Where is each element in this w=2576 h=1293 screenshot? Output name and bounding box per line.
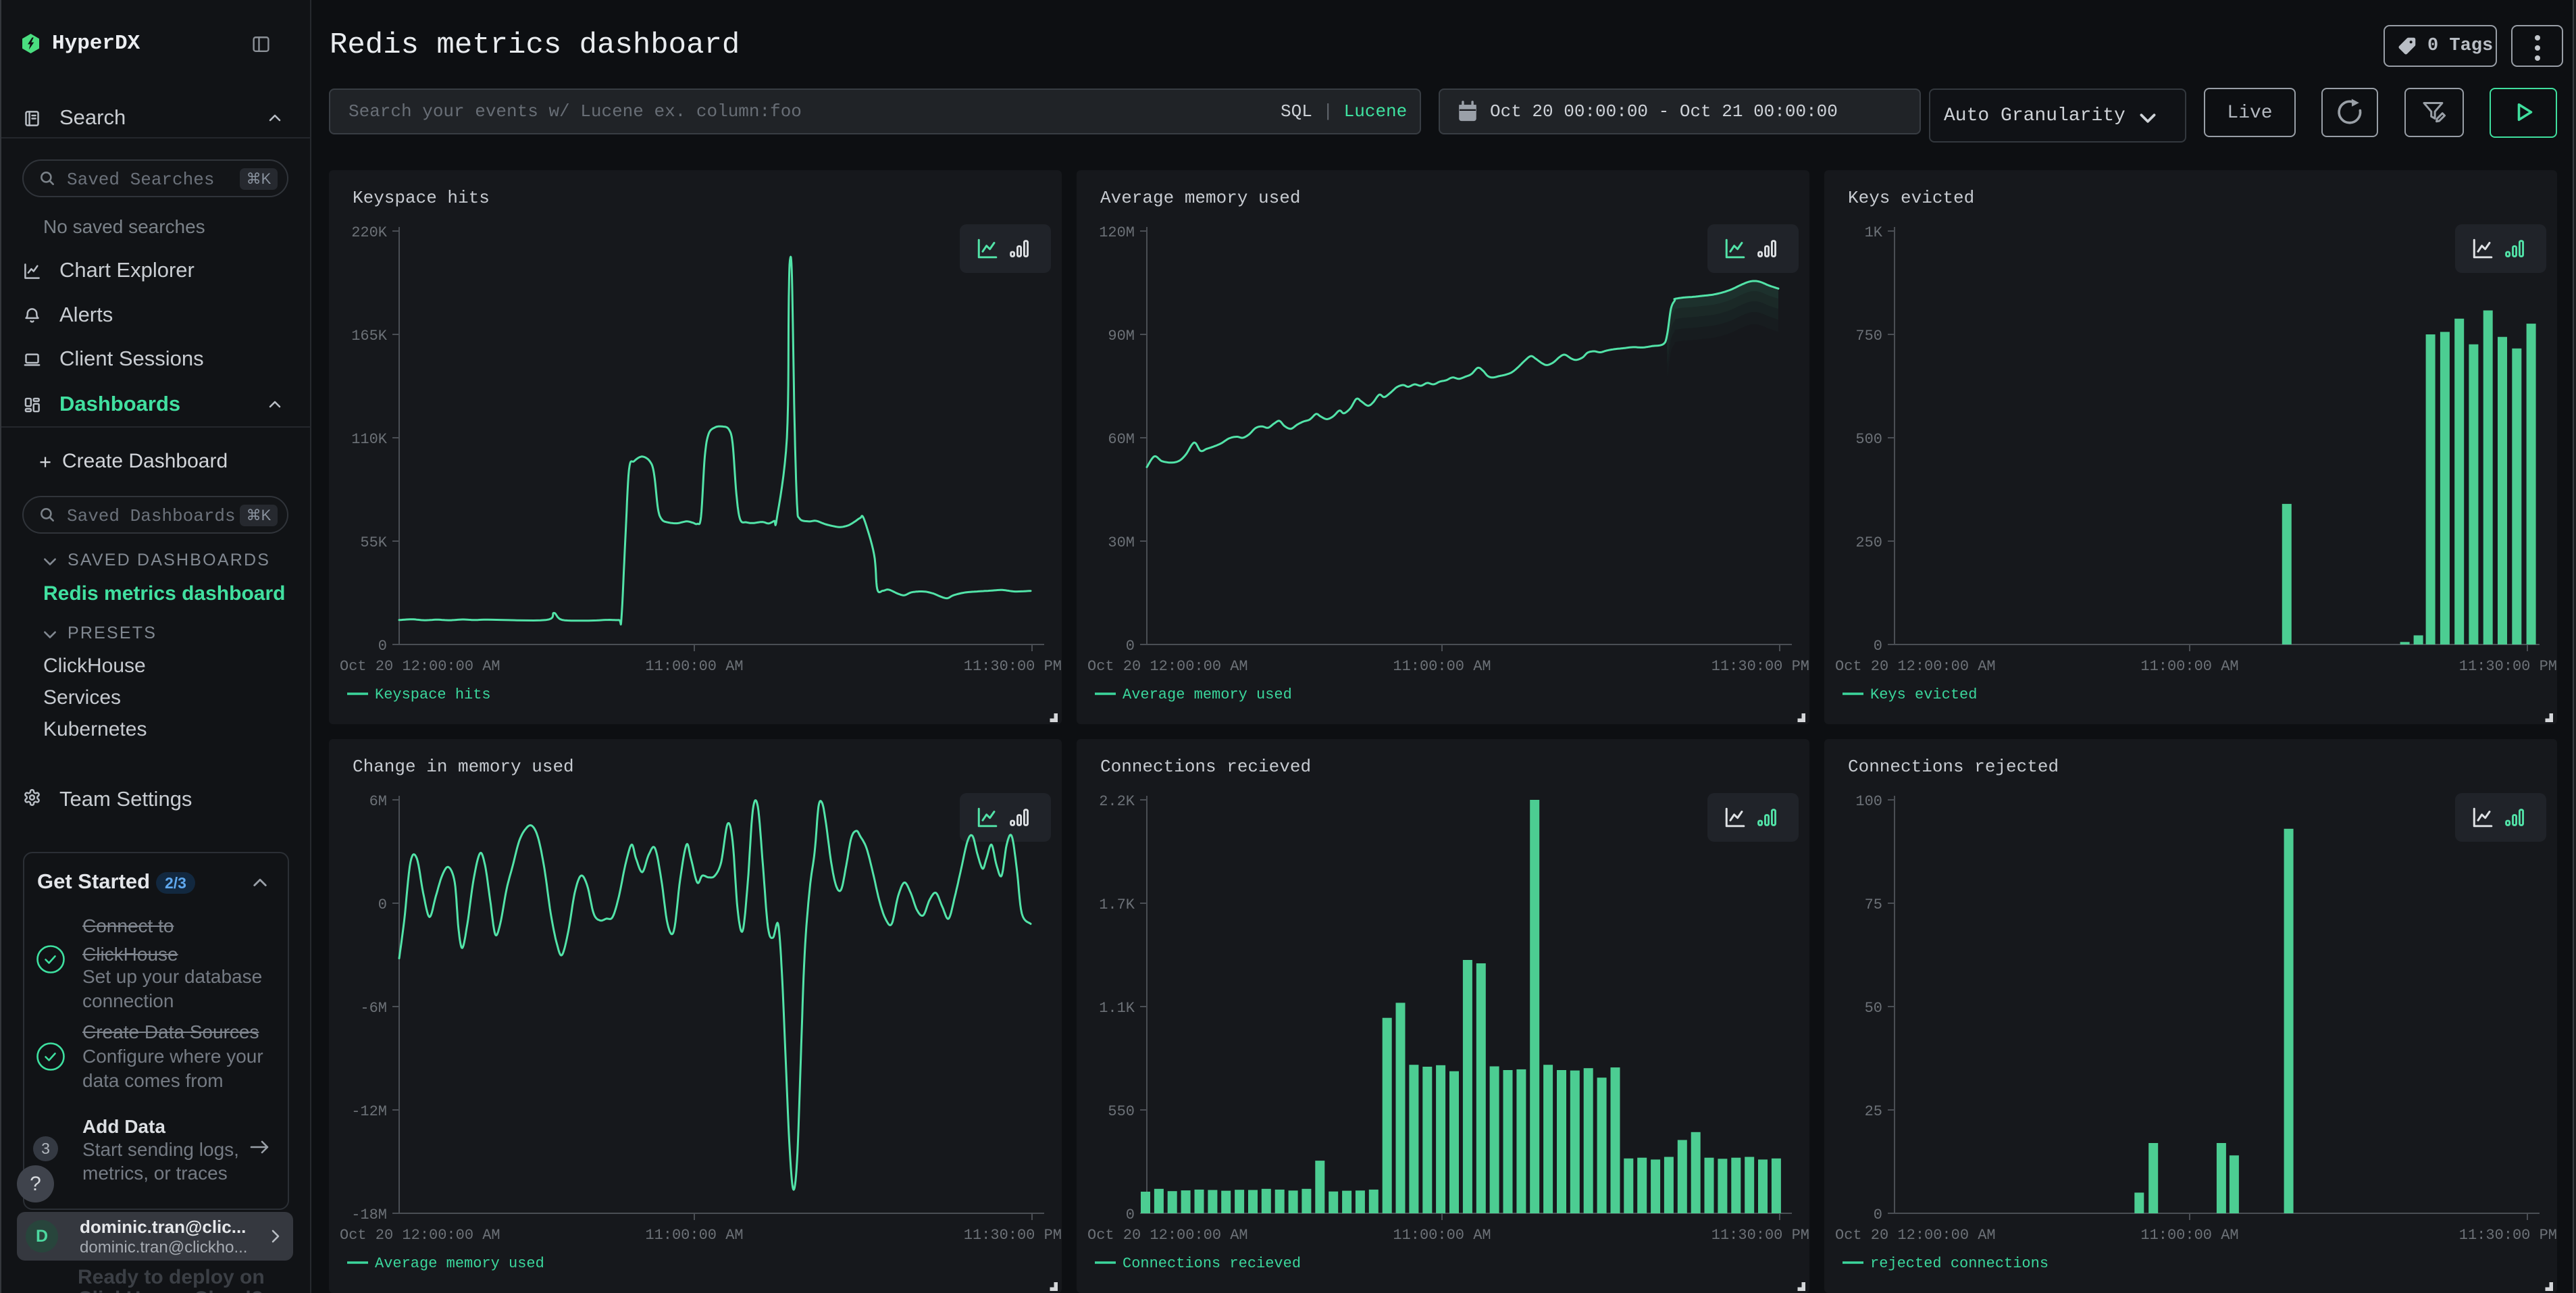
svg-text:55K: 55K bbox=[360, 534, 387, 551]
svg-text:6M: 6M bbox=[369, 793, 387, 810]
svg-text:0: 0 bbox=[1874, 638, 1882, 655]
svg-text:550: 550 bbox=[1108, 1103, 1135, 1120]
svg-text:Oct 20 12:00:00 AM: Oct 20 12:00:00 AM bbox=[1835, 658, 1996, 675]
svg-text:750: 750 bbox=[1855, 328, 1882, 345]
svg-text:165K: 165K bbox=[351, 328, 388, 345]
svg-text:220K: 220K bbox=[351, 224, 388, 241]
svg-text:11:30:00 PM: 11:30:00 PM bbox=[1711, 1227, 1809, 1244]
svg-text:Oct 20 12:00:00 AM: Oct 20 12:00:00 AM bbox=[1087, 1227, 1248, 1244]
svg-text:Oct 20 12:00:00 AM: Oct 20 12:00:00 AM bbox=[1087, 658, 1248, 675]
svg-text:11:00:00 AM: 11:00:00 AM bbox=[1393, 1227, 1491, 1244]
svg-text:11:00:00 AM: 11:00:00 AM bbox=[645, 1227, 743, 1244]
svg-text:75: 75 bbox=[1865, 896, 1882, 913]
svg-text:11:30:00 PM: 11:30:00 PM bbox=[964, 1227, 1062, 1244]
svg-text:Change in memory used: Change in memory used bbox=[353, 757, 574, 777]
svg-text:Connections rejected: Connections rejected bbox=[1848, 757, 2059, 777]
svg-text:-18M: -18M bbox=[351, 1207, 387, 1223]
svg-text:110K: 110K bbox=[351, 431, 388, 448]
svg-text:Average memory used: Average memory used bbox=[1100, 188, 1300, 208]
svg-text:Keyspace hits: Keyspace hits bbox=[375, 686, 491, 703]
svg-text:0: 0 bbox=[378, 638, 387, 655]
svg-text:90M: 90M bbox=[1108, 328, 1135, 345]
svg-text:Keys evicted: Keys evicted bbox=[1870, 686, 1977, 703]
svg-text:50: 50 bbox=[1865, 1000, 1882, 1017]
svg-text:11:30:00 PM: 11:30:00 PM bbox=[1711, 658, 1809, 675]
svg-text:2.2K: 2.2K bbox=[1099, 793, 1135, 810]
svg-text:500: 500 bbox=[1855, 431, 1882, 448]
svg-text:11:00:00 AM: 11:00:00 AM bbox=[645, 658, 743, 675]
svg-text:60M: 60M bbox=[1108, 431, 1135, 448]
svg-text:100: 100 bbox=[1855, 793, 1882, 810]
svg-text:Oct 20 12:00:00 AM: Oct 20 12:00:00 AM bbox=[340, 658, 500, 675]
svg-text:30M: 30M bbox=[1108, 534, 1135, 551]
svg-text:11:00:00 AM: 11:00:00 AM bbox=[2140, 658, 2238, 675]
svg-text:1.7K: 1.7K bbox=[1099, 896, 1135, 913]
svg-text:-6M: -6M bbox=[360, 1000, 387, 1017]
svg-text:1K: 1K bbox=[1865, 224, 1883, 241]
svg-text:Connections recieved: Connections recieved bbox=[1100, 757, 1311, 777]
svg-text:rejected connections: rejected connections bbox=[1870, 1255, 2049, 1272]
svg-text:25: 25 bbox=[1865, 1103, 1882, 1120]
svg-text:Oct 20 12:00:00 AM: Oct 20 12:00:00 AM bbox=[340, 1227, 500, 1244]
svg-text:11:30:00 PM: 11:30:00 PM bbox=[2459, 1227, 2557, 1244]
svg-text:0: 0 bbox=[1126, 638, 1135, 655]
svg-text:0: 0 bbox=[378, 896, 387, 913]
svg-text:1.1K: 1.1K bbox=[1099, 1000, 1135, 1017]
svg-text:0: 0 bbox=[1126, 1207, 1135, 1223]
svg-text:120M: 120M bbox=[1099, 224, 1135, 241]
svg-text:11:00:00 AM: 11:00:00 AM bbox=[1393, 658, 1491, 675]
svg-text:Keyspace hits: Keyspace hits bbox=[353, 188, 490, 208]
svg-text:Keys evicted: Keys evicted bbox=[1848, 188, 1974, 208]
svg-text:11:00:00 AM: 11:00:00 AM bbox=[2140, 1227, 2238, 1244]
svg-text:Connections recieved: Connections recieved bbox=[1123, 1255, 1301, 1272]
svg-text:11:30:00 PM: 11:30:00 PM bbox=[2459, 658, 2557, 675]
svg-text:11:30:00 PM: 11:30:00 PM bbox=[964, 658, 1062, 675]
svg-text:Average memory used: Average memory used bbox=[375, 1255, 544, 1272]
svg-text:Oct 20 12:00:00 AM: Oct 20 12:00:00 AM bbox=[1835, 1227, 1996, 1244]
svg-text:250: 250 bbox=[1855, 534, 1882, 551]
svg-text:0: 0 bbox=[1874, 1207, 1882, 1223]
svg-text:-12M: -12M bbox=[351, 1103, 387, 1120]
svg-text:Average memory used: Average memory used bbox=[1123, 686, 1292, 703]
